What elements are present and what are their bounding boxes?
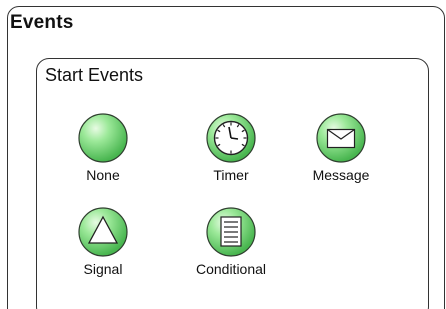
event-signal: Signal bbox=[55, 207, 151, 287]
start-events-group-title: Start Events bbox=[45, 65, 144, 85]
event-conditional-label: Conditional bbox=[195, 261, 267, 277]
clock-icon bbox=[206, 113, 256, 163]
diagram-canvas: Events Start Events None Timer Message S… bbox=[0, 0, 446, 309]
event-message-label: Message bbox=[312, 167, 370, 183]
event-timer: Timer bbox=[183, 113, 279, 193]
document-lines-icon bbox=[206, 207, 256, 257]
event-signal-label: Signal bbox=[83, 261, 123, 277]
envelope-icon bbox=[316, 113, 366, 163]
event-conditional: Conditional bbox=[183, 207, 279, 287]
event-none-label: None bbox=[86, 167, 120, 183]
none-event-icon bbox=[78, 113, 128, 163]
event-none: None bbox=[55, 113, 151, 193]
event-message: Message bbox=[293, 113, 389, 193]
triangle-icon bbox=[78, 207, 128, 257]
event-timer-label: Timer bbox=[213, 167, 249, 183]
events-group-title: Events bbox=[10, 12, 74, 33]
